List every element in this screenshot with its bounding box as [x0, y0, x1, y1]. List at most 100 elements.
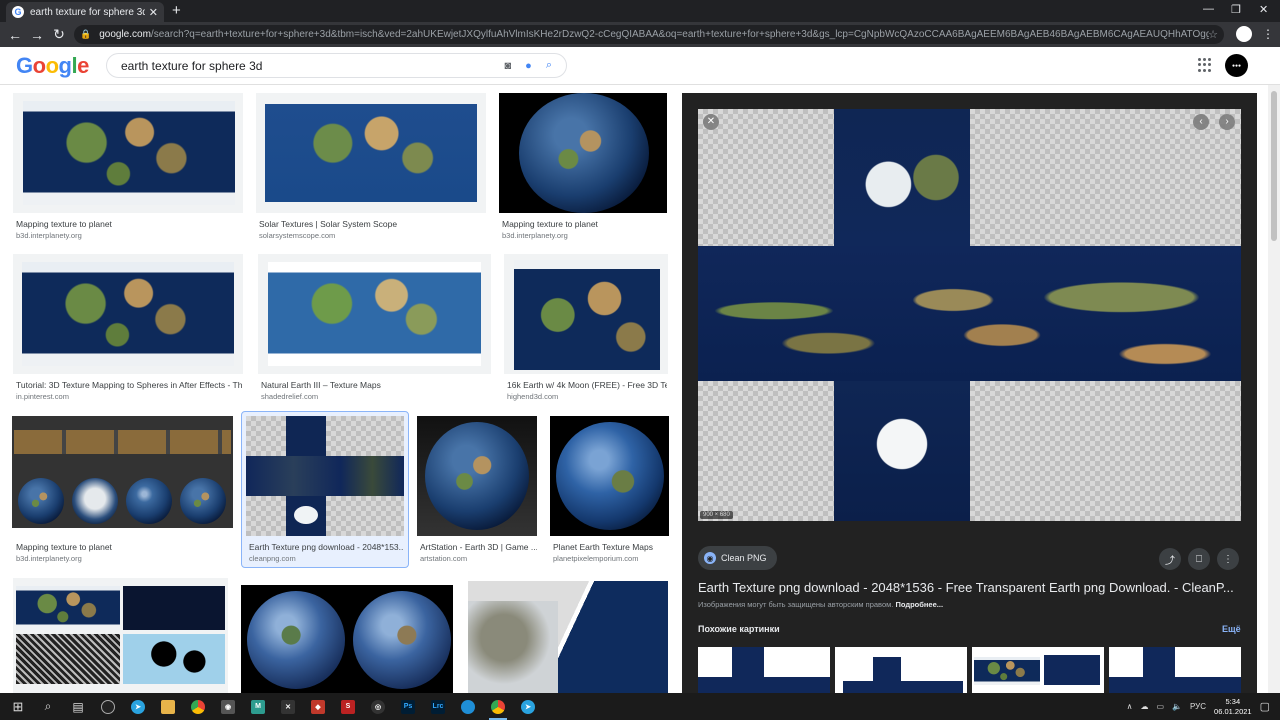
tab-close-icon[interactable]: ✕	[149, 6, 158, 19]
red-app-icon[interactable]: ◆	[303, 693, 333, 720]
lightroom-icon[interactable]: Lrc	[423, 693, 453, 720]
result-tile[interactable]: Mapping texture to planet b3d.interplane…	[12, 416, 233, 566]
result-tile[interactable]	[13, 578, 228, 693]
photoshop-icon[interactable]: Ps	[393, 693, 423, 720]
apps-grid-icon[interactable]	[1198, 58, 1212, 72]
tab-title: earth texture for sphere 3d – Go	[30, 6, 145, 18]
forward-icon[interactable]: →	[26, 27, 48, 43]
profile-avatar-icon[interactable]	[1236, 26, 1252, 42]
similar-image[interactable]	[1109, 647, 1241, 693]
similar-images-heading: Похожие картинки	[698, 624, 780, 634]
result-caption: Tutorial: 3D Texture Mapping to Spheres …	[16, 380, 242, 390]
copyright-notice: Изображения могут быть защищены авторски…	[698, 600, 943, 609]
url-text: google.com/search?q=earth+texture+for+sp…	[99, 29, 1209, 40]
app-icon[interactable]: ◉	[213, 693, 243, 720]
share-icon[interactable]: ⤴	[1159, 548, 1181, 570]
save-bookmark-icon[interactable]: ⎕	[1188, 548, 1210, 570]
address-toolbar: ← → ↻ 🔒 google.com/search?q=earth+textur…	[0, 22, 1280, 47]
lock-icon: 🔒	[80, 29, 92, 39]
result-source: cleanpng.com	[249, 554, 296, 563]
result-tile[interactable]	[241, 585, 453, 693]
maximize-icon[interactable]: ❐	[1231, 3, 1241, 16]
similar-image[interactable]	[972, 647, 1104, 693]
browser-title-bar: G earth texture for sphere 3d – Go ✕ + —…	[0, 0, 1280, 22]
more-options-icon[interactable]: ⋮	[1217, 548, 1239, 570]
steam-icon[interactable]	[93, 693, 123, 720]
result-tile[interactable]	[468, 581, 668, 693]
start-icon[interactable]: ⊞	[3, 693, 33, 720]
result-source: highend3d.com	[507, 392, 559, 401]
result-source: in.pinterest.com	[16, 392, 69, 401]
result-caption: Mapping texture to planet	[502, 219, 598, 229]
result-tile[interactable]: 16k Earth w/ 4k Moon (FREE) - Free 3D Te…	[504, 254, 668, 404]
result-tile[interactable]: Planet Earth Texture Maps planetpixelemp…	[550, 416, 669, 566]
telegram-icon[interactable]: ➤	[123, 693, 153, 720]
result-tile[interactable]: Mapping texture to planet b3d.interplane…	[499, 93, 667, 243]
address-bar[interactable]: 🔒 google.com/search?q=earth+texture+for+…	[74, 25, 1224, 44]
search-icon[interactable]: ⌕	[546, 59, 552, 72]
result-source: artstation.com	[420, 554, 468, 563]
result-tile[interactable]: ArtStation - Earth 3D | Game ... artstat…	[417, 416, 537, 566]
reload-icon[interactable]: ↻	[48, 26, 70, 43]
security-app-icon[interactable]: S	[333, 693, 363, 720]
input-language[interactable]: РУС	[1190, 702, 1206, 711]
result-caption: Mapping texture to planet	[16, 542, 112, 552]
notifications-icon[interactable]: ▢	[1260, 700, 1270, 713]
result-tile-selected[interactable]: Earth Texture png download - 2048*153...…	[246, 416, 404, 566]
bookmark-star-icon[interactable]: ☆	[1208, 28, 1218, 41]
similar-images-more-link[interactable]: Ещё	[1222, 624, 1241, 634]
volume-icon[interactable]: 🔈	[1172, 702, 1182, 711]
network-icon[interactable]: ▭	[1156, 702, 1164, 711]
microphone-icon[interactable]: ●	[525, 60, 532, 72]
task-view-icon[interactable]: ▤	[63, 693, 93, 720]
result-source: b3d.interplanety.org	[502, 231, 568, 240]
previous-image-icon[interactable]: ‹	[1193, 114, 1209, 130]
back-icon[interactable]: ←	[4, 27, 26, 43]
tool-icon[interactable]: ✕	[273, 693, 303, 720]
result-tile[interactable]: Natural Earth III – Texture Maps shadedr…	[258, 254, 491, 404]
tray-cloud-icon[interactable]: ☁	[1140, 702, 1148, 711]
preview-title[interactable]: Earth Texture png download - 2048*1536 -…	[698, 580, 1243, 595]
similar-image[interactable]	[698, 647, 830, 693]
chrome-active-icon[interactable]	[483, 693, 513, 720]
new-tab-icon[interactable]: +	[172, 2, 181, 19]
tray-chevron-icon[interactable]: ∧	[1127, 702, 1133, 711]
search-box[interactable]: earth texture for sphere 3d ◙ ● ⌕	[106, 53, 567, 78]
result-tile[interactable]: Solar Textures | Solar System Scope sola…	[256, 93, 486, 243]
camera-icon[interactable]: ◙	[505, 60, 512, 72]
clock[interactable]: 5:34 06.01.2021	[1214, 697, 1252, 717]
similar-image[interactable]	[835, 647, 967, 693]
next-image-icon[interactable]: ›	[1219, 114, 1235, 130]
source-name: Clean PNG	[721, 553, 767, 563]
search-input[interactable]: earth texture for sphere 3d	[121, 59, 505, 73]
result-caption: 16k Earth w/ 4k Moon (FREE) - Free 3D Te…	[507, 380, 667, 390]
clock-time: 5:34	[1225, 696, 1241, 706]
result-tile[interactable]: Mapping texture to planet b3d.interplane…	[13, 93, 243, 243]
url-host: google.com	[99, 29, 151, 40]
result-caption: Mapping texture to planet	[16, 219, 112, 229]
file-explorer-icon[interactable]	[153, 693, 183, 720]
result-source: b3d.interplanety.org	[16, 554, 82, 563]
browser-menu-icon[interactable]: ⋮	[1262, 27, 1274, 41]
preview-image[interactable]: 900 × 680	[698, 109, 1241, 521]
url-path: /search?q=earth+texture+for+sphere+3d&tb…	[150, 29, 1210, 40]
chrome-icon[interactable]	[183, 693, 213, 720]
google-logo[interactable]: Google	[16, 53, 89, 79]
window-close-icon[interactable]: ✕	[1259, 3, 1268, 16]
result-tile[interactable]: Tutorial: 3D Texture Mapping to Spheres …	[13, 254, 243, 404]
page-scrollbar[interactable]	[1268, 85, 1280, 693]
account-avatar[interactable]: ●●●	[1225, 54, 1248, 77]
m-app-icon[interactable]: M	[243, 693, 273, 720]
copyright-more-link[interactable]: Подробнее...	[895, 600, 943, 609]
system-tray: ∧ ☁ ▭ 🔈 РУС 5:34 06.01.2021 ▢	[1127, 693, 1280, 720]
telegram-2-icon[interactable]: ➤	[513, 693, 543, 720]
windows-taskbar: ⊞ ⌕ ▤ ➤ ◉ M ✕ ◆ S ◎ Ps Lrc ➤ ∧ ☁ ▭ 🔈 РУС…	[0, 693, 1280, 720]
close-preview-icon[interactable]: ✕	[703, 114, 719, 130]
obs-icon[interactable]: ◎	[363, 693, 393, 720]
minimize-icon[interactable]: —	[1203, 3, 1214, 15]
source-chip[interactable]: ◉ Clean PNG	[698, 546, 777, 570]
browser-tab[interactable]: G earth texture for sphere 3d – Go ✕	[6, 2, 164, 22]
taskbar-search-icon[interactable]: ⌕	[33, 693, 63, 720]
edge-icon[interactable]	[453, 693, 483, 720]
result-caption: Planet Earth Texture Maps	[553, 542, 654, 552]
